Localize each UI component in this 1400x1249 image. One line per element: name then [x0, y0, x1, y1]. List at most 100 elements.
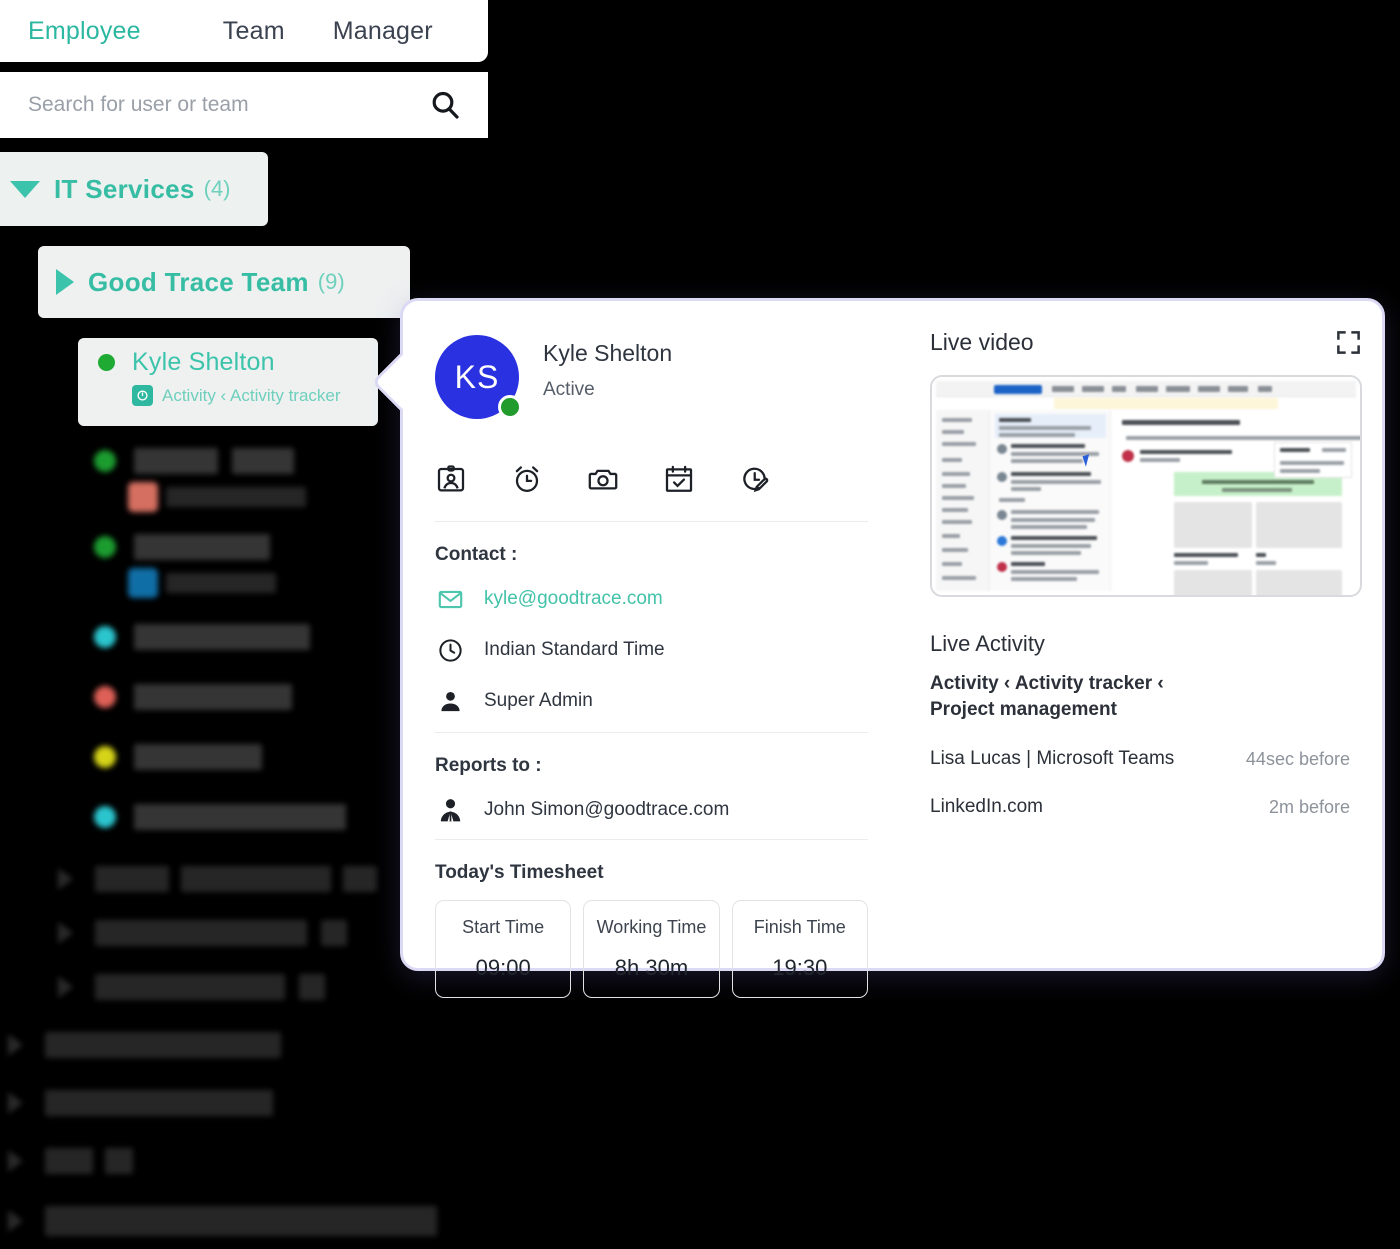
contact-section-title: Contact : [435, 544, 868, 566]
tree-group-obscured-5[interactable] [8, 1090, 500, 1116]
obscured-label [45, 1148, 93, 1174]
status-dot [94, 686, 116, 708]
app-badge-icon [128, 482, 158, 512]
timesheet-label: Start Time [462, 917, 544, 938]
tree-item-kyle-shelton[interactable]: Kyle Shelton Activity ‹ Activity tracker [78, 338, 378, 426]
video-toolbar-item [1228, 386, 1248, 392]
activity-time: 44sec before [1246, 749, 1350, 770]
team-count: (9) [318, 269, 345, 295]
obscured-label [105, 1148, 133, 1174]
timesheet-value: 8h 30m [615, 955, 688, 981]
group-count: (4) [204, 176, 231, 202]
fullscreen-expand-icon[interactable] [1335, 329, 1362, 356]
obscured-sublabel [166, 487, 306, 507]
status-dot [94, 626, 116, 648]
live-video-header: Live video [930, 329, 1362, 356]
caret-right-icon[interactable] [8, 1034, 23, 1056]
search-icon[interactable] [428, 88, 462, 122]
obscured-count [321, 920, 347, 946]
live-video-thumbnail[interactable] [930, 375, 1362, 597]
linkedin-badge-icon [128, 568, 158, 598]
reports-to-title: Reports to : [435, 755, 868, 777]
obscured-label [45, 1206, 437, 1236]
video-toolbar-item [1112, 386, 1126, 392]
activity-name: Lisa Lucas | Microsoft Teams [930, 748, 1174, 770]
tab-bar: Employee Team Manager [0, 0, 488, 62]
obscured-label [134, 534, 270, 560]
status-dot-online [98, 354, 115, 371]
avatar-initials: KS [455, 359, 500, 396]
timesheet-label: Working Time [597, 917, 707, 938]
caret-right-icon[interactable] [8, 1150, 23, 1172]
timesheet-working-time: Working Time 8h 30m [583, 900, 719, 998]
tree-item-good-trace-team[interactable]: Good Trace Team (9) [38, 246, 410, 318]
live-video-title: Live video [930, 329, 1034, 356]
obscured-label [95, 866, 169, 892]
video-toolbar-button [994, 385, 1042, 394]
mail-icon [435, 584, 465, 614]
timesheet-start-time: Start Time 09:00 [435, 900, 571, 998]
calendar-check-icon[interactable] [663, 463, 695, 495]
obscured-label [134, 448, 218, 474]
profile-meta: Kyle Shelton Active [543, 335, 672, 401]
contact-email[interactable]: kyle@goodtrace.com [484, 588, 663, 610]
caret-right-icon[interactable] [58, 922, 73, 944]
status-dot [94, 746, 116, 768]
obscured-label [95, 974, 285, 1000]
person-icon [435, 686, 465, 716]
tree-item-it-services[interactable]: IT Services (4) [0, 152, 268, 226]
tree-group-obscured-7[interactable] [8, 1206, 500, 1236]
obscured-sublabel [166, 573, 276, 593]
caret-right-icon[interactable] [8, 1092, 23, 1114]
timesheet-boxes: Start Time 09:00 Working Time 8h 30m Fin… [435, 900, 868, 998]
caret-right-icon[interactable] [58, 868, 73, 890]
reports-to-manager: John Simon@goodtrace.com [484, 799, 729, 821]
caret-down-icon[interactable] [10, 181, 40, 198]
alarm-clock-icon[interactable] [511, 463, 543, 495]
obscured-label [181, 866, 331, 892]
id-badge-icon[interactable] [435, 463, 467, 495]
video-toolbar-item [1136, 386, 1158, 392]
timesheet-label: Finish Time [754, 917, 846, 938]
live-panel: Live video [908, 301, 1400, 968]
video-sidebar [936, 410, 990, 591]
team-label: Good Trace Team [88, 267, 309, 298]
tree-user-activity: Activity ‹ Activity tracker [162, 386, 341, 406]
live-activity-title: Live Activity [930, 631, 1362, 657]
status-dot [94, 450, 116, 472]
avatar-status-dot [498, 395, 522, 419]
live-activity-row[interactable]: Lisa Lucas | Microsoft Teams 44sec befor… [930, 748, 1350, 770]
obscured-label [134, 744, 262, 770]
timesheet-finish-time: Finish Time 19:30 [732, 900, 868, 998]
timesheet-title: Today's Timesheet [435, 862, 868, 884]
avatar: KS [435, 335, 519, 419]
camera-icon[interactable] [587, 463, 619, 495]
divider [435, 839, 868, 840]
reports-to-row: John Simon@goodtrace.com [435, 795, 868, 825]
live-activity-row[interactable]: LinkedIn.com 2m before [930, 796, 1350, 818]
obscured-label [134, 804, 346, 830]
clock-icon [435, 635, 465, 665]
video-toolbar-item [1198, 386, 1220, 392]
caret-right-icon[interactable] [8, 1210, 23, 1232]
obscured-label [232, 448, 294, 474]
clock-edit-icon[interactable] [739, 463, 771, 495]
tree-group-obscured-6[interactable] [8, 1148, 500, 1174]
obscured-label [45, 1090, 273, 1116]
search-bar [0, 72, 488, 138]
video-toolbar-item [1052, 386, 1074, 392]
tree-group-obscured-3[interactable] [58, 974, 500, 1000]
live-activity-breadcrumb: Activity ‹ Activity tracker ‹ Project ma… [930, 671, 1230, 722]
tree-group-obscured-4[interactable] [8, 1032, 500, 1058]
caret-right-icon[interactable] [56, 269, 74, 295]
caret-right-icon[interactable] [58, 976, 73, 998]
tab-employee[interactable]: Employee [28, 17, 141, 46]
video-message-list [991, 410, 1111, 591]
tab-manager[interactable]: Manager [333, 17, 433, 46]
tab-team[interactable]: Team [223, 17, 285, 46]
contact-email-row[interactable]: kyle@goodtrace.com [435, 584, 868, 614]
divider [435, 732, 868, 733]
search-input[interactable] [26, 92, 428, 118]
group-label: IT Services [54, 174, 195, 205]
contact-timezone-row: Indian Standard Time [435, 635, 868, 665]
